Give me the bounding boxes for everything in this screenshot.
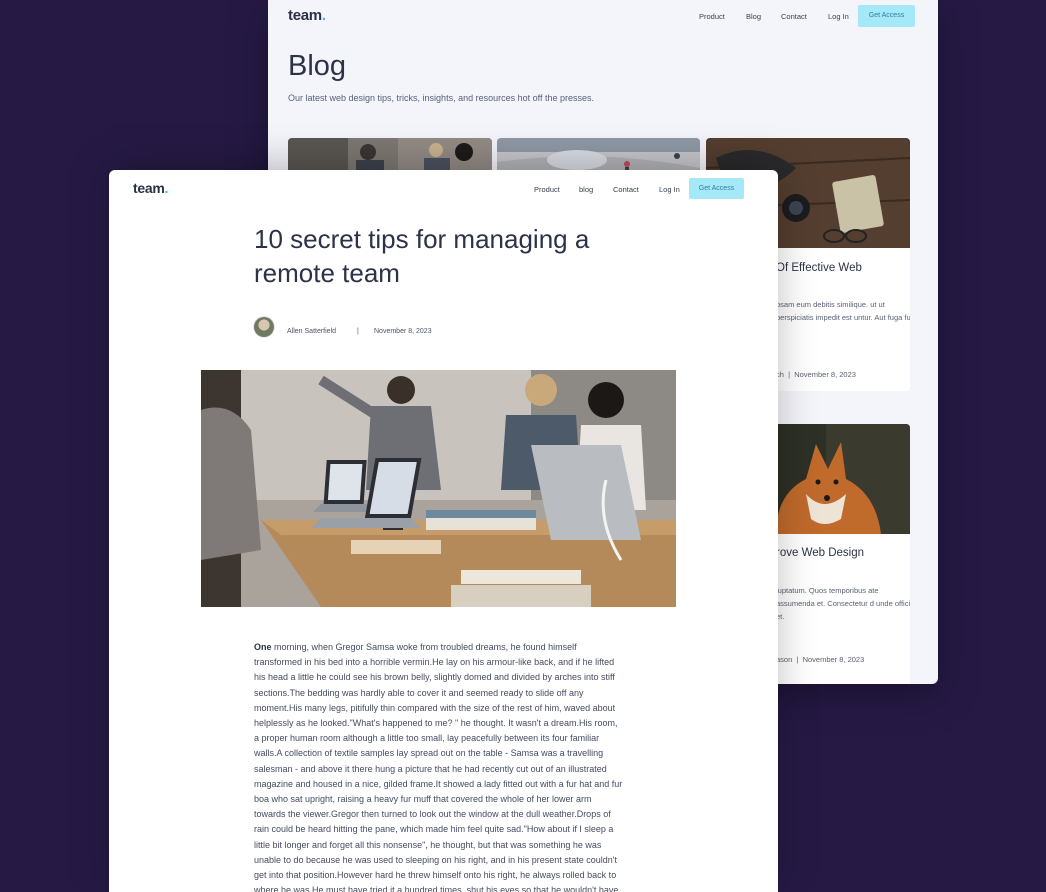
post-card-title[interactable]: Of Effective Web <box>776 262 862 274</box>
nav-product[interactable]: Product <box>534 185 560 194</box>
nav-contact[interactable]: Contact <box>613 185 639 194</box>
meta-separator: | <box>796 655 799 664</box>
nav-blog[interactable]: blog <box>579 185 593 194</box>
nav-login[interactable]: Log In <box>659 185 680 194</box>
logo-text: team <box>133 180 165 196</box>
page-subtitle: Our latest web design tips, tricks, insi… <box>288 93 594 103</box>
meta-separator: | <box>788 370 791 379</box>
article-title: 10 secret tips for managing a remote tea… <box>254 224 590 288</box>
article-body-text: morning, when Gregor Samsa woke from tro… <box>254 642 623 892</box>
meta-separator: | <box>357 328 359 335</box>
nav-product[interactable]: Product <box>699 12 725 21</box>
publish-date: November 8, 2023 <box>374 328 432 335</box>
post-card-author: ason <box>776 655 793 664</box>
back-navbar: team. Product Blog Contact Log In Get Ac… <box>268 0 938 34</box>
post-card-meta: ch | November 8, 2023 <box>776 370 856 379</box>
article-body: One morning, when Gregor Samsa woke from… <box>254 640 624 892</box>
article-hero-image <box>201 370 676 607</box>
get-access-button[interactable]: Get Access <box>858 5 915 27</box>
nav-login[interactable]: Log In <box>828 12 849 21</box>
post-card-date: November 8, 2023 <box>802 655 865 664</box>
post-card-meta: ason | November 8, 2023 <box>776 655 864 664</box>
logo-text: team <box>288 7 322 24</box>
logo-dot: . <box>164 180 169 196</box>
back-logo[interactable]: team. <box>288 7 326 24</box>
lead-word: One <box>254 642 272 652</box>
author-row: Allen Satterfield | November 8, 2023 <box>254 317 554 339</box>
office-meeting-photo <box>201 370 676 607</box>
logo-dot: . <box>321 7 326 24</box>
post-card-excerpt: luptatum. Quos temporibus ate assumenda … <box>776 586 910 621</box>
post-card-excerpt: osam eum debitis similique. ut ut perspi… <box>776 300 910 322</box>
post-card-title[interactable]: rove Web Design <box>776 547 864 559</box>
page-title: Blog <box>288 50 347 82</box>
nav-contact[interactable]: Contact <box>781 12 807 21</box>
author-avatar[interactable] <box>254 317 274 337</box>
nav-blog[interactable]: Blog <box>746 12 761 21</box>
article-window: team. Product blog Contact Log In Get Ac… <box>109 170 778 892</box>
author-name[interactable]: Allen Satterfield <box>287 328 336 335</box>
get-access-button[interactable]: Get Access <box>689 178 744 199</box>
front-navbar: team. Product blog Contact Log In Get Ac… <box>109 170 778 204</box>
front-logo[interactable]: team. <box>133 180 168 196</box>
post-card-date: November 8, 2023 <box>794 370 856 379</box>
